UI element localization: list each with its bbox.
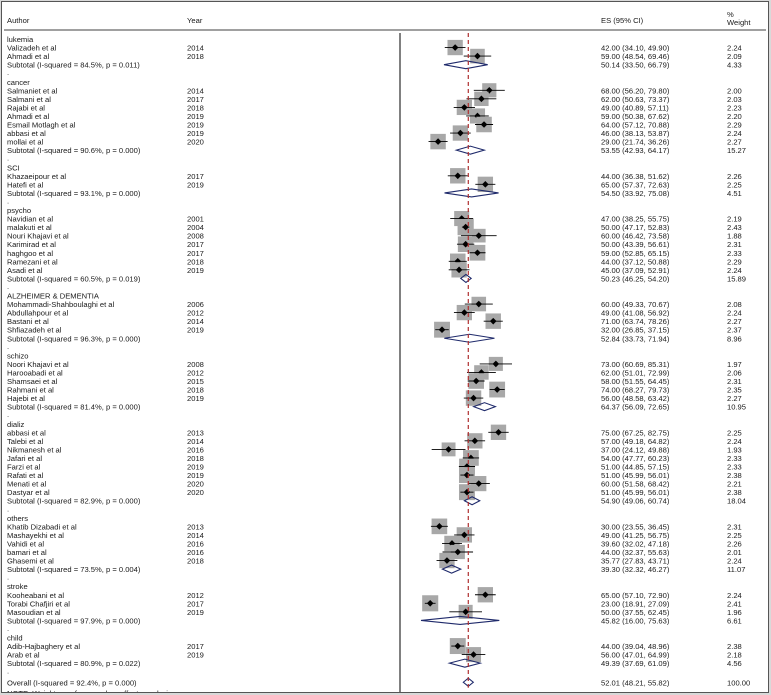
- subtotal-weight: 4.56: [727, 659, 742, 668]
- subtotal-ci: 49.39 (37.69, 61.09): [601, 659, 670, 668]
- group-spacer-dot: .: [7, 667, 9, 676]
- subtotal-weight: 6.61: [727, 616, 742, 625]
- subtotal-label: Subtotal (I-squared = 84.5%, p = 0.011): [7, 61, 140, 70]
- subtotal-weight: 11.07: [727, 565, 745, 574]
- study-year: 2019: [187, 326, 204, 335]
- study-year: 2019: [187, 180, 204, 189]
- subtotal-weight: 4.33: [727, 61, 742, 70]
- overall-ci: 52.01 (48.21, 55.82): [601, 678, 670, 687]
- subtotal-ci: 54.50 (33.92, 75.08): [601, 189, 670, 198]
- footnote: NOTE: Weights are from random effects an…: [7, 689, 172, 692]
- group-spacer-dot: .: [7, 154, 9, 163]
- subtotal-label: Subtotal (I-squared = 73.5%, p = 0.004): [7, 565, 141, 574]
- subtotal-ci: 52.84 (33.73, 71.94): [601, 334, 670, 343]
- group-spacer-dot: .: [7, 196, 9, 205]
- subtotal-weight: 4.51: [727, 189, 742, 198]
- subtotal-weight: 8.96: [727, 334, 742, 343]
- subtotal-label: Subtotal (I-squared = 90.6%, p = 0.000): [7, 146, 141, 155]
- subtotal-ci: 39.30 (32.32, 46.27): [601, 565, 670, 574]
- group-spacer-dot: .: [7, 504, 9, 513]
- subtotal-ci: 53.55 (42.93, 64.17): [601, 146, 670, 155]
- study-year: 2019: [187, 651, 204, 660]
- study-year: 2019: [187, 608, 204, 617]
- group-spacer-dot: .: [7, 68, 9, 77]
- subtotal-label: Subtotal (I-squared = 96.3%, p = 0.000): [7, 334, 141, 343]
- subtotal-ci: 54.90 (49.06, 60.74): [601, 497, 670, 506]
- header-year: Year: [187, 16, 203, 25]
- subtotal-ci: 50.14 (33.50, 66.79): [601, 61, 670, 70]
- subtotal-label: Subtotal (I-squared = 81.4%, p = 0.000): [7, 403, 141, 412]
- forest-plot: Author Year ES (95% CI)%WeightlukemiaValiz…: [4, 10, 766, 692]
- subtotal-label: Subtotal (I-squared = 60.5%, p = 0.019): [7, 274, 141, 283]
- overall-label: Overall (I-squared = 92.4%, p = 0.000): [7, 678, 137, 687]
- group-spacer-dot: .: [7, 624, 9, 633]
- study-year: 2019: [187, 394, 204, 403]
- subtotal-ci: 64.37 (56.09, 72.65): [601, 403, 670, 412]
- header-weight: Weight: [727, 18, 751, 27]
- group-spacer-dot: .: [7, 410, 9, 419]
- study-year: 2018: [187, 52, 204, 61]
- subtotal-weight: 15.27: [727, 146, 746, 155]
- header-author: Author: [7, 16, 30, 25]
- subtotal-weight: 18.04: [727, 497, 746, 506]
- subtotal-ci: 45.82 (16.00, 75.63): [601, 616, 670, 625]
- group-spacer-dot: .: [7, 573, 9, 582]
- subtotal-diamond: [444, 333, 495, 343]
- study-year: 2018: [187, 557, 204, 566]
- header-es: ES (95% CI): [601, 16, 644, 25]
- subtotal-ci: 50.23 (46.25, 54.20): [601, 274, 670, 283]
- subtotal-weight: 10.95: [727, 403, 746, 412]
- subtotal-diamond: [454, 145, 487, 155]
- study-year: 2020: [187, 488, 204, 497]
- subtotal-label: Subtotal (I-squared = 82.9%, p = 0.000): [7, 497, 141, 506]
- group-spacer-dot: .: [7, 282, 9, 291]
- study-year: 2019: [187, 266, 204, 275]
- overall-weight: 100.00: [727, 678, 750, 687]
- forest-plot-frame: Author Year ES (95% CI)% Weight lukemia Valiz…: [1, 1, 769, 693]
- subtotal-weight: 15.89: [727, 274, 746, 283]
- study-year: 2020: [187, 138, 204, 147]
- subtotal-label: Subtotal (I-squared = 97.9%, p = 0.000): [7, 616, 141, 625]
- subtotal-label: Subtotal (I-squared = 80.9%, p = 0.022): [7, 659, 141, 668]
- subtotal-label: Subtotal (I-squared = 93.1%, p = 0.000): [7, 189, 141, 198]
- group-spacer-dot: .: [7, 342, 9, 351]
